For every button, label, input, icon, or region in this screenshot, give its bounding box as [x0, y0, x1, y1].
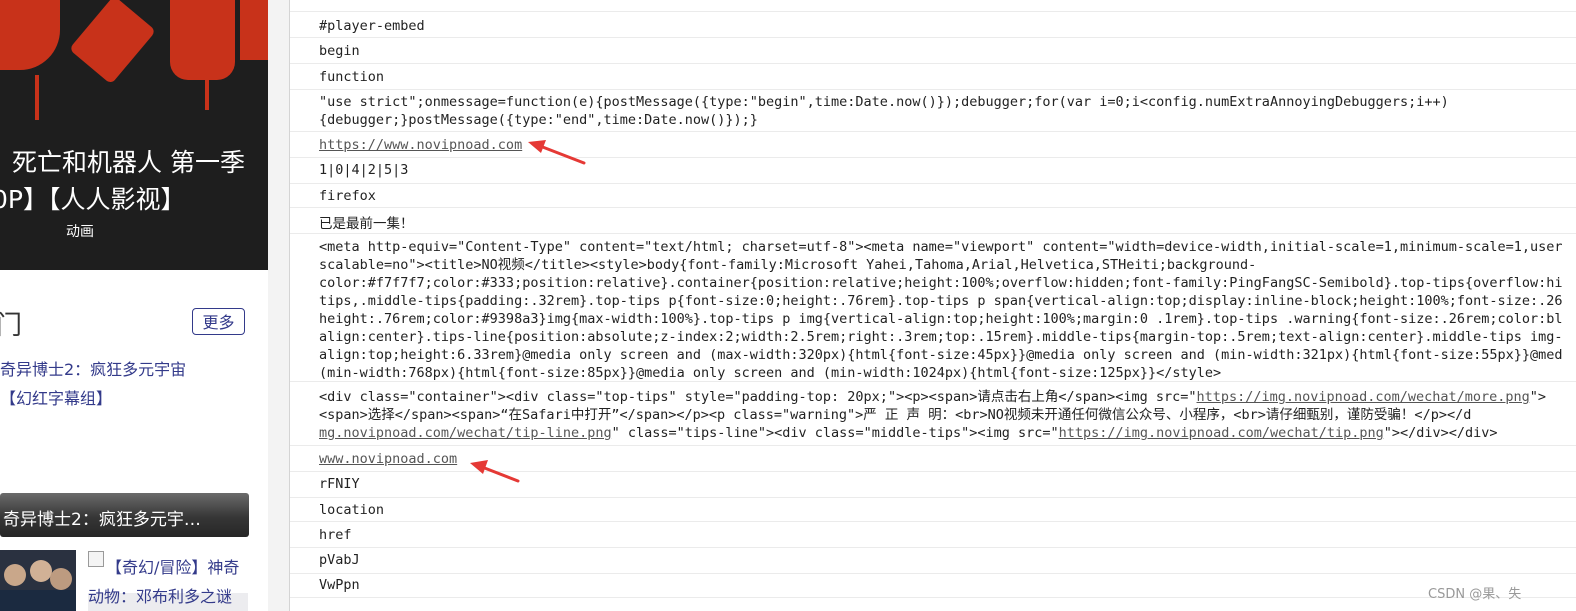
broken-image-icon: [88, 551, 104, 567]
row-text: rFNIY: [319, 476, 360, 492]
section-title: 门: [0, 311, 23, 341]
list-item-subtitle[interactable]: 动物：邓布利多之谜: [88, 583, 232, 607]
row-link[interactable]: mg.novipnoad.com/wechat/tip-line.png: [319, 425, 612, 441]
panel-gutter: [268, 0, 289, 611]
list-row: <div class="container"><div class="top-t…: [290, 382, 1576, 446]
list-row: pVabJ: [290, 548, 1576, 574]
row-text: mg.novipnoad.com/wechat/tip-line.png" cl…: [319, 424, 1498, 442]
list-row: firefox: [290, 184, 1576, 208]
list-row: 已是最前一集！: [290, 208, 1576, 234]
row-text: height:.76rem;color:#9398a3}img{max-widt…: [319, 311, 1563, 327]
list-row: https://www.novipnoad.com: [290, 132, 1576, 158]
row-link[interactable]: https://img.novipnoad.com/wechat/tip.png: [1059, 425, 1384, 441]
poster-art: [240, 0, 268, 60]
poster-art: [0, 0, 60, 70]
poster-art: [205, 80, 209, 110]
row-text: <div class="container"><div class="top-t…: [319, 388, 1546, 406]
row-text: align:center}.tips-line{position:absolut…: [319, 329, 1563, 345]
list-row: <meta http-equiv="Content-Type" content=…: [290, 234, 1576, 382]
row-text-part: "></div></div>: [1383, 425, 1498, 441]
row-text: "use strict";onmessage=function(e){postM…: [319, 94, 1449, 110]
row-text: 1|0|4|2|5|3: [319, 162, 409, 178]
row-text: href: [319, 527, 352, 543]
row-text: tips,.middle-tips{padding:.32rem}.top-ti…: [319, 293, 1563, 309]
row-text: location: [319, 502, 385, 518]
list-row: "use strict";onmessage=function(e){postM…: [290, 90, 1576, 132]
row-text: pVabJ: [319, 552, 360, 568]
list-row: #player-embed: [290, 12, 1576, 38]
list-row: [290, 598, 1576, 611]
thumbnail-image[interactable]: [0, 550, 76, 611]
row-text: <span>选择</span><span>“在Safari中打开”</span>…: [319, 407, 1472, 423]
row-text: begin: [319, 43, 360, 59]
list-row: href: [290, 522, 1576, 548]
row-text: {debugger;}postMessage({type:"end",time:…: [319, 112, 758, 128]
row-text: firefox: [319, 188, 376, 204]
row-link[interactable]: https://img.novipnoad.com/wechat/more.pn…: [1197, 389, 1530, 405]
poster-title: 死亡和机器人 第一季: [12, 148, 245, 177]
list-row: 1|0|4|2|5|3: [290, 158, 1576, 184]
row-text: 已是最前一集！: [319, 216, 414, 232]
list-row: function: [290, 64, 1576, 90]
red-arrow-icon: [470, 460, 520, 483]
row-link[interactable]: www.novipnoad.com: [319, 451, 457, 467]
row-text-part: " class="tips-line"><div class="middle-t…: [611, 425, 1059, 441]
hot-link[interactable]: 【幻红字幕组】: [0, 385, 112, 409]
poster-art: [68, 0, 157, 85]
left-panel: 死亡和机器人 第一季 0P】【人人影视】 动画 门 更多 奇异博士2：疯狂多元宇…: [0, 0, 268, 611]
list-row: location: [290, 498, 1576, 522]
row-text: <meta http-equiv="Content-Type" content=…: [319, 239, 1563, 255]
poster-image[interactable]: 死亡和机器人 第一季 0P】【人人影视】 动画: [0, 0, 268, 270]
row-link[interactable]: https://www.novipnoad.com: [319, 137, 522, 153]
list-item-title[interactable]: 【奇幻/冒险】神奇: [106, 554, 239, 578]
row-text: (min-width:768px){html{font-size:85px}}@…: [319, 365, 1222, 381]
row-text: scalable=no"><title>NO视频</title><style>b…: [319, 257, 1257, 273]
list-row: VwPpn: [290, 574, 1576, 598]
row-text-part: ">: [1529, 389, 1547, 405]
featured-card-title: 奇异博士2：疯狂多元宇…: [3, 510, 201, 530]
red-arrow-icon: [528, 140, 586, 165]
list-row: [290, 0, 1576, 12]
featured-card[interactable]: 奇异博士2：疯狂多元宇…: [0, 493, 249, 537]
row-text: color:#f7f7f7;color:#333;position:relati…: [319, 275, 1563, 291]
poster-subtitle: 0P】【人人影视】: [0, 185, 186, 214]
list-row: begin: [290, 38, 1576, 64]
row-text: VwPpn: [319, 577, 360, 593]
watermark: CSDN @果、失: [1428, 587, 1522, 602]
string-list: #player-embed begin function "use strict…: [289, 0, 1576, 611]
more-button[interactable]: 更多: [192, 308, 245, 335]
row-text-part: <div class="container"><div class="top-t…: [319, 389, 1197, 405]
row-text: function: [319, 69, 385, 85]
row-text: align:top;height:6.33rem}@media only scr…: [319, 347, 1563, 363]
hot-link[interactable]: 奇异博士2：疯狂多元宇宙: [0, 356, 186, 380]
poster-art: [170, 0, 235, 80]
poster-art: [35, 75, 39, 120]
poster-category: 动画: [66, 224, 94, 240]
row-text: #player-embed: [319, 18, 425, 34]
